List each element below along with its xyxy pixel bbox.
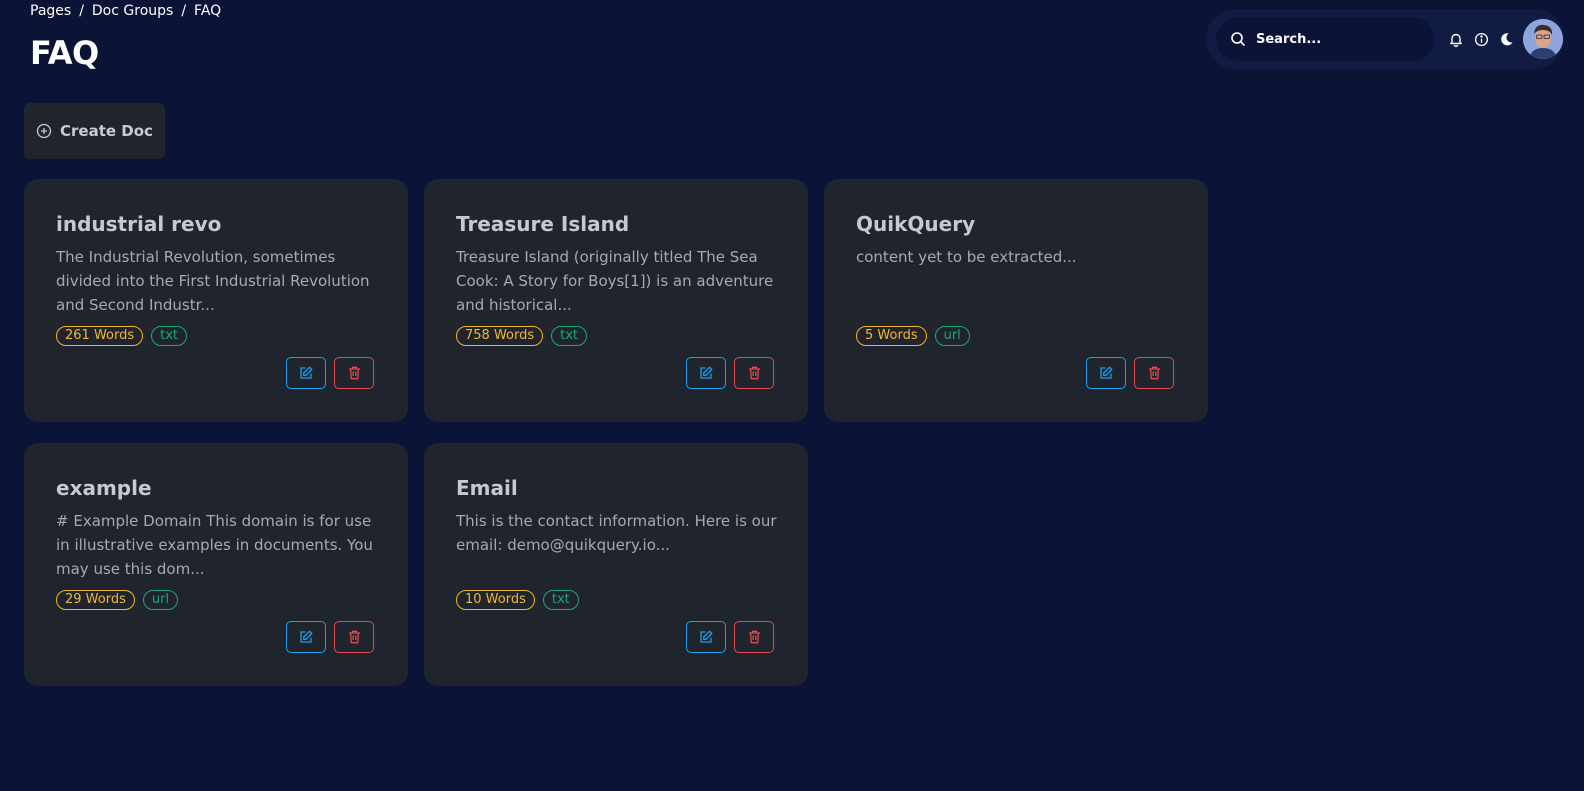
trash-icon (748, 630, 760, 644)
moon-icon[interactable] (1498, 31, 1514, 47)
word-count-badge: 5 Words (856, 326, 927, 346)
delete-button[interactable] (334, 357, 374, 389)
search-icon (1231, 32, 1245, 46)
word-count-badge: 29 Words (56, 590, 135, 610)
word-count-badge: 261 Words (56, 326, 144, 346)
trash-icon (1148, 366, 1160, 380)
doc-description: The Industrial Revolution, sometimes div… (56, 248, 370, 314)
breadcrumb: Pages / Doc Groups / FAQ (30, 3, 221, 19)
doc-title: example (56, 476, 152, 500)
avatar[interactable] (1523, 19, 1563, 59)
doc-description: content yet to be extracted... (856, 248, 1077, 266)
trash-icon (748, 366, 760, 380)
page-title: FAQ (30, 34, 99, 72)
doc-type-badge: url (934, 326, 970, 346)
delete-button[interactable] (1134, 357, 1174, 389)
trash-icon (348, 630, 360, 644)
word-count-badge: 10 Words (456, 590, 535, 610)
doc-card: QuikQuery content yet to be extracted...… (824, 179, 1208, 422)
top-toolbar (1206, 9, 1564, 69)
edit-button[interactable] (686, 357, 726, 389)
search-box[interactable] (1216, 17, 1434, 61)
doc-type-badge: txt (151, 326, 188, 346)
create-doc-button[interactable]: Create Doc (24, 103, 165, 159)
doc-type-badge: url (142, 590, 179, 610)
delete-button[interactable] (734, 357, 774, 389)
trash-icon (348, 366, 360, 380)
doc-description: # Example Domain This domain is for use … (56, 512, 373, 578)
breadcrumb-separator: / (79, 3, 84, 19)
doc-card: example # Example Domain This domain is … (24, 443, 408, 686)
create-doc-label: Create Doc (60, 122, 153, 140)
plus-circle-icon (36, 123, 52, 139)
doc-card: Treasure Island Treasure Island (origina… (424, 179, 808, 422)
edit-icon (300, 366, 313, 379)
delete-button[interactable] (734, 621, 774, 653)
delete-button[interactable] (334, 621, 374, 653)
doc-description: This is the contact information. Here is… (456, 512, 777, 554)
edit-button[interactable] (286, 621, 326, 653)
edit-icon (700, 366, 713, 379)
breadcrumb-pages[interactable]: Pages (30, 3, 71, 19)
breadcrumb-doc-groups[interactable]: Doc Groups (92, 3, 173, 19)
edit-button[interactable] (286, 357, 326, 389)
doc-card: industrial revo The Industrial Revolutio… (24, 179, 408, 422)
bell-icon[interactable] (1448, 31, 1464, 47)
doc-type-badge: txt (542, 590, 579, 610)
edit-icon (300, 630, 313, 643)
doc-description: Treasure Island (originally titled The S… (456, 248, 774, 314)
breadcrumb-faq[interactable]: FAQ (194, 3, 221, 19)
doc-card: Email This is the contact information. H… (424, 443, 808, 686)
search-input[interactable] (1254, 30, 1428, 48)
doc-title: QuikQuery (856, 212, 976, 236)
breadcrumb-separator: / (181, 3, 187, 19)
doc-title: industrial revo (56, 212, 222, 236)
edit-button[interactable] (1086, 357, 1126, 389)
doc-type-badge: txt (551, 326, 588, 346)
word-count-badge: 758 Words (456, 326, 544, 346)
doc-title: Treasure Island (456, 212, 630, 236)
doc-title: Email (456, 476, 518, 500)
edit-icon (1100, 366, 1113, 379)
info-icon[interactable] (1473, 31, 1489, 47)
edit-icon (700, 630, 713, 643)
edit-button[interactable] (686, 621, 726, 653)
